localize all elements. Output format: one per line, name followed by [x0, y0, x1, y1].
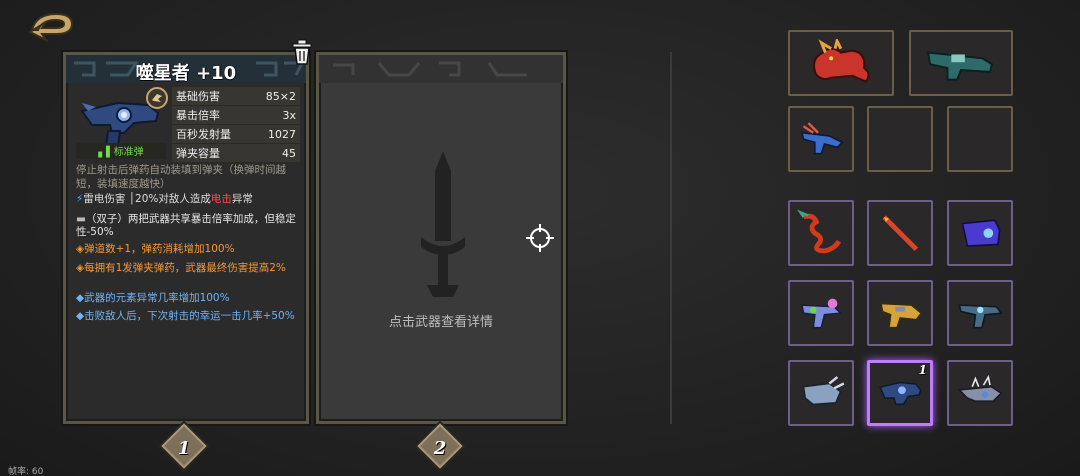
inventory-slot-6[interactable] [947, 280, 1013, 346]
back-button[interactable] [26, 8, 76, 43]
neon-pistol-icon [800, 298, 843, 329]
slot-tab-1[interactable]: 1 [161, 423, 207, 469]
slot-tab-label: 1 [177, 438, 191, 459]
red-dragon-pet-icon [813, 38, 870, 83]
inventory-slot-5[interactable] [867, 280, 933, 346]
blue-trident-gun-icon [800, 122, 844, 155]
equipped-slot-4[interactable] [867, 106, 933, 172]
trait-blue: ◆击败敌人后，下次射击的幸运一击几率+50% [76, 310, 295, 322]
spiked-launcher-icon [957, 374, 1003, 402]
inventory-slot-2[interactable] [867, 200, 933, 266]
element-lightning-icon [146, 87, 168, 109]
weapon-name: 噬星者 +10 [135, 63, 237, 84]
inventory-slot-7[interactable] [788, 360, 854, 426]
fps-counter: 帧率: 60 [8, 467, 44, 476]
flame-spear-icon [882, 215, 918, 251]
weapon-stats-table: 基础伤害 85×2 暴击倍率 3x 百秒发射量 1027 弹夹容量 45 [172, 87, 300, 163]
inventory-slot-9[interactable] [947, 360, 1013, 426]
slot-tab-label: 2 [433, 438, 447, 459]
inventory-slot-4[interactable] [788, 280, 854, 346]
purple-cannon-icon [961, 219, 1001, 247]
gun-small-icon: ▬ [76, 213, 86, 225]
panel-divider [670, 52, 672, 424]
trash-icon[interactable] [290, 38, 314, 66]
ammo-type-label: ▖▌标准弹 [76, 143, 166, 159]
teal-launcher-icon [926, 51, 994, 81]
back-arrow-icon [27, 12, 74, 43]
trait-dual: ▬（双子）两把武器共享暴击倍率加成，但稳定性-50% [76, 213, 296, 238]
gold-blaster-icon [879, 302, 923, 329]
stat-row: 弹夹容量 45 [172, 144, 300, 163]
card-header-band [319, 55, 563, 83]
trait-orange: ◈每拥有1发弹夹弹药，武器最终伤害提高2% [76, 262, 286, 274]
inventory-slot-8-selected[interactable]: 1 [867, 360, 933, 426]
inventory-slot-3[interactable] [947, 200, 1013, 266]
header-pattern [333, 61, 527, 77]
crosshair-cursor-icon [526, 224, 554, 252]
trait-orange: ◈弹道数+1，弹药消耗增加100% [76, 243, 235, 255]
inventory-slot-1[interactable] [788, 200, 854, 266]
stat-row: 百秒发射量 1027 [172, 125, 300, 144]
dragon-whip-icon [796, 209, 841, 254]
stat-row: 暴击倍率 3x [172, 106, 300, 125]
slot-tab-2[interactable]: 2 [417, 423, 463, 469]
equipped-slot-5[interactable] [947, 106, 1013, 172]
ammo-bars-icon: ▖▌ [98, 147, 114, 158]
claw-gauntlet-icon [802, 375, 845, 406]
sword-placeholder-icon [417, 151, 469, 301]
steel-rifle-icon [957, 304, 1003, 329]
reload-description: 停止射击后弹药自动装填到弹夹（换弹时间越短，装填速度越快） [76, 164, 286, 190]
equipped-slot-3[interactable] [788, 106, 854, 172]
trait-blue: ◆武器的元素异常几率增加100% [76, 292, 230, 304]
equipped-slot-1[interactable] [788, 30, 894, 96]
weapon-count-badge: 1 [918, 363, 927, 377]
equipped-slot-2[interactable] [909, 30, 1013, 96]
empty-slot-hint: 点击武器查看详情 [388, 315, 493, 330]
weapon-detail-card: 噬星者 +10 ▖▌标准弹 基础伤害 85×2 暴击倍率 3x 百秒发射量 1027 … [63, 52, 309, 424]
element-effect-line: ⚡雷电伤害 │20%对敌人造成电击异常 [76, 193, 253, 205]
stat-row: 基础伤害 85×2 [172, 87, 300, 106]
